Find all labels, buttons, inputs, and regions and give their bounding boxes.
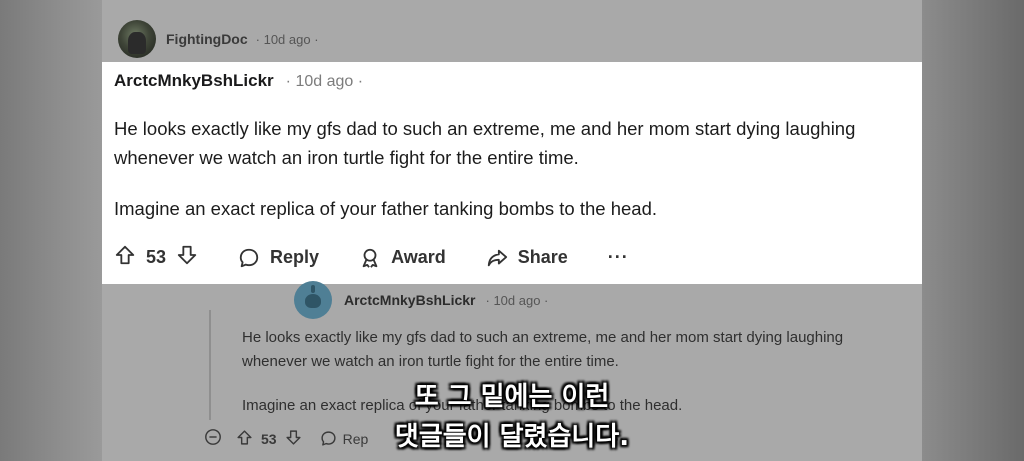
- award-label: Award: [391, 247, 446, 267]
- subtitle-line: 또 그 밑에는 이런: [414, 382, 610, 412]
- share-label: Share: [517, 247, 568, 267]
- reply-timestamp: · 10d ago ·: [485, 292, 549, 308]
- comment-actions: 53 Reply Award Share ···: [114, 244, 629, 271]
- downvote-icon[interactable]: [176, 244, 198, 271]
- share-icon: [487, 249, 507, 266]
- vote-count: 53: [146, 247, 167, 267]
- share-button[interactable]: Share: [486, 247, 568, 269]
- parent-timestamp: · 10d ago ·: [255, 31, 319, 47]
- avatar[interactable]: [294, 281, 332, 319]
- vote-group: 53: [114, 244, 198, 271]
- reply-comment-header: ArctcMnkyBshLickr · 10d ago ·: [294, 281, 548, 319]
- comment-username[interactable]: ArctcMnkyBshLickr: [114, 71, 274, 91]
- award-button[interactable]: Award: [359, 247, 446, 269]
- subtitle-line: 댓글들이 달렸습니다.: [394, 422, 630, 452]
- parent-username[interactable]: FightingDoc: [166, 31, 248, 47]
- reply-username[interactable]: ArctcMnkyBshLickr: [344, 292, 476, 308]
- comment-paragraph: He looks exactly like my gfs dad to such…: [114, 118, 856, 168]
- reply-button[interactable]: Reply: [238, 247, 319, 269]
- upvote-icon[interactable]: [114, 244, 136, 271]
- comment-bubble-icon: [239, 248, 259, 267]
- award-icon: [362, 248, 378, 268]
- highlighted-comment: ArctcMnkyBshLickr · 10d ago · He looks e…: [102, 62, 922, 284]
- comment-header: ArctcMnkyBshLickr · 10d ago ·: [114, 71, 363, 91]
- comment-timestamp: · 10d ago ·: [285, 73, 364, 90]
- parent-comment-header: FightingDoc · 10d ago ·: [118, 20, 319, 58]
- reply-label: Reply: [270, 247, 320, 267]
- reply-paragraph: He looks exactly like my gfs dad to such…: [242, 329, 844, 370]
- comment-body: He looks exactly like my gfs dad to such…: [114, 114, 904, 245]
- more-options-icon[interactable]: ···: [608, 247, 629, 268]
- comment-paragraph: Imagine an exact replica of your father …: [114, 198, 657, 219]
- avatar[interactable]: [118, 20, 156, 58]
